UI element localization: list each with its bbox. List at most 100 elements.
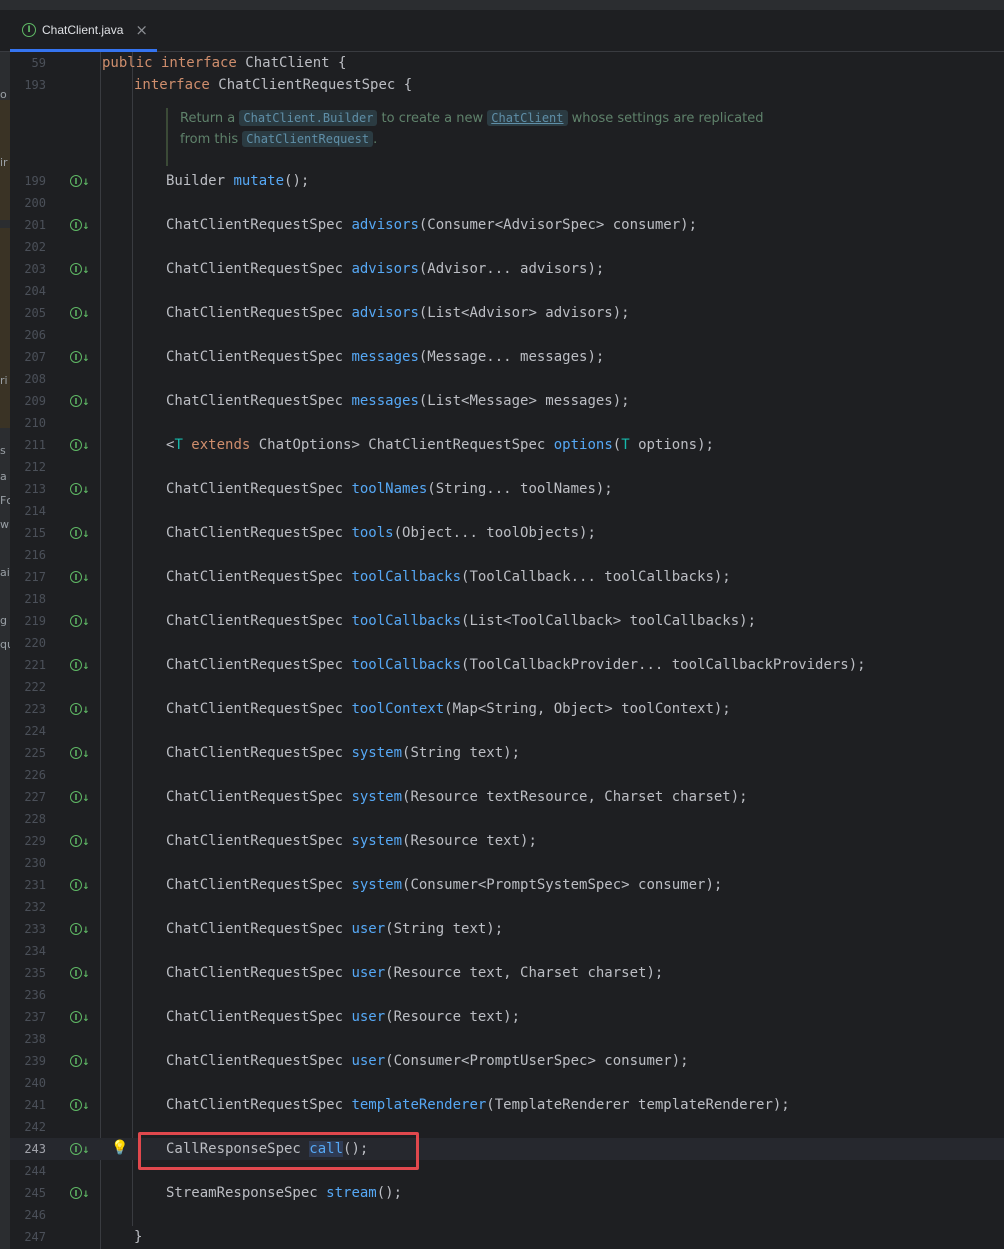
- arrow-down-icon: ↓: [82, 222, 90, 232]
- code-token: (List<Message> messages);: [418, 393, 630, 409]
- code-line[interactable]: 59 public interface ChatClient {: [10, 52, 1004, 74]
- implemented-gutter-icon[interactable]: I ↓: [70, 967, 90, 980]
- code-line[interactable]: 218: [10, 588, 1004, 610]
- code-line[interactable]: 240: [10, 1072, 1004, 1094]
- code-line[interactable]: 228: [10, 808, 1004, 830]
- doc-ref-request[interactable]: ChatClientRequest: [242, 131, 374, 147]
- code-line[interactable]: 238: [10, 1028, 1004, 1050]
- code-line[interactable]: 204: [10, 280, 1004, 302]
- implemented-gutter-icon[interactable]: I ↓: [70, 747, 90, 760]
- implemented-gutter-icon[interactable]: I ↓: [70, 703, 90, 716]
- code-line[interactable]: 245 I ↓ StreamResponseSpec stream();: [10, 1182, 1004, 1204]
- code-line[interactable]: 202: [10, 236, 1004, 258]
- implemented-gutter-icon[interactable]: I ↓: [70, 175, 90, 188]
- implemented-gutter-icon[interactable]: I ↓: [70, 923, 90, 936]
- code-line[interactable]: 223 I ↓ ChatClientRequestSpec toolContext(M…: [10, 698, 1004, 720]
- code-line[interactable]: 234: [10, 940, 1004, 962]
- code-line[interactable]: 214: [10, 500, 1004, 522]
- code-line[interactable]: 242: [10, 1116, 1004, 1138]
- code-line[interactable]: 241 I ↓ ChatClientRequestSpec templateRende…: [10, 1094, 1004, 1116]
- code-line[interactable]: 230: [10, 852, 1004, 874]
- code-line[interactable]: 207 I ↓ ChatClientRequestSpec messages(Mess…: [10, 346, 1004, 368]
- implemented-gutter-icon[interactable]: I ↓: [70, 219, 90, 232]
- arrow-down-icon: ↓: [82, 1146, 90, 1156]
- code-line[interactable]: 237 I ↓ ChatClientRequestSpec user(Resource…: [10, 1006, 1004, 1028]
- implemented-gutter-icon[interactable]: I ↓: [70, 659, 90, 672]
- code-line[interactable]: 216: [10, 544, 1004, 566]
- method-name: system: [351, 877, 403, 893]
- lightbulb-icon[interactable]: 💡: [111, 1140, 128, 1156]
- code-line[interactable]: 247}: [10, 1226, 1004, 1248]
- code-line[interactable]: 225 I ↓ ChatClientRequestSpec system(String…: [10, 742, 1004, 764]
- code-line[interactable]: 239 I ↓ ChatClientRequestSpec user(Consumer…: [10, 1050, 1004, 1072]
- line-number: 223: [24, 702, 46, 716]
- doc-ref-builder[interactable]: ChatClient.Builder: [239, 110, 378, 126]
- method-name: mutate: [233, 173, 285, 189]
- code-line[interactable]: 212: [10, 456, 1004, 478]
- implemented-icon: I ↓: [70, 1099, 90, 1112]
- code-line[interactable]: 227 I ↓ ChatClientRequestSpec system(Resour…: [10, 786, 1004, 808]
- code-line[interactable]: 233 I ↓ ChatClientRequestSpec user(String t…: [10, 918, 1004, 940]
- code-line[interactable]: 201 I ↓ ChatClientRequestSpec advisors(Cons…: [10, 214, 1004, 236]
- code-line[interactable]: 235 I ↓ ChatClientRequestSpec user(Resource…: [10, 962, 1004, 984]
- implemented-gutter-icon[interactable]: I ↓: [70, 307, 90, 320]
- code-line[interactable]: 232: [10, 896, 1004, 918]
- code-line[interactable]: 206: [10, 324, 1004, 346]
- code-token: ChatClientRequestSpec: [166, 481, 352, 497]
- code-token: (: [612, 437, 622, 453]
- code-line[interactable]: 193 interface ChatClientRequestSpec {: [10, 74, 1004, 96]
- code-line[interactable]: 211 I ↓ <T extends ChatOptions> ChatClientR…: [10, 434, 1004, 456]
- implemented-gutter-icon[interactable]: I ↓: [70, 571, 90, 584]
- line-number: 231: [24, 878, 46, 892]
- implemented-gutter-icon[interactable]: I ↓: [70, 439, 90, 452]
- code-line[interactable]: 222: [10, 676, 1004, 698]
- arrow-down-icon: ↓: [82, 486, 90, 496]
- doc-ref-chatclient[interactable]: ChatClient: [487, 110, 568, 126]
- implemented-gutter-icon[interactable]: I ↓: [70, 263, 90, 276]
- tab-chatclient-java[interactable]: I ChatClient.java ×: [10, 10, 157, 52]
- code-line[interactable]: 221 I ↓ ChatClientRequestSpec toolCallbacks…: [10, 654, 1004, 676]
- implemented-gutter-icon[interactable]: I ↓: [70, 1055, 90, 1068]
- code-line[interactable]: 229 I ↓ ChatClientRequestSpec system(Resour…: [10, 830, 1004, 852]
- method-name: user: [351, 965, 386, 981]
- code-editor[interactable]: 59 public interface ChatClient {193 interf…: [10, 52, 1004, 1249]
- code-line[interactable]: 215 I ↓ ChatClientRequestSpec tools(Object.…: [10, 522, 1004, 544]
- code-line[interactable]: 246: [10, 1204, 1004, 1226]
- implemented-icon: I ↓: [70, 571, 90, 584]
- implemented-gutter-icon[interactable]: I ↓: [70, 1187, 90, 1200]
- code-line[interactable]: 209 I ↓ ChatClientRequestSpec messages(List…: [10, 390, 1004, 412]
- implemented-gutter-icon[interactable]: I ↓: [70, 1099, 90, 1112]
- implemented-icon: I ↓: [70, 395, 90, 408]
- code-line[interactable]: 200: [10, 192, 1004, 214]
- implemented-gutter-icon[interactable]: I ↓: [70, 791, 90, 804]
- implemented-gutter-icon[interactable]: I ↓: [70, 351, 90, 364]
- code-line[interactable]: 244: [10, 1160, 1004, 1182]
- code-line-current[interactable]: 243 I ↓ 💡 CallResponseSpec call();: [10, 1138, 1004, 1160]
- implemented-gutter-icon[interactable]: I ↓: [70, 483, 90, 496]
- implemented-gutter-icon[interactable]: I ↓: [70, 1011, 90, 1024]
- implemented-gutter-icon[interactable]: I ↓: [70, 1143, 90, 1156]
- code-line[interactable]: 231 I ↓ ChatClientRequestSpec system(Consum…: [10, 874, 1004, 896]
- implemented-gutter-icon[interactable]: I ↓: [70, 835, 90, 848]
- code-line[interactable]: 226: [10, 764, 1004, 786]
- implemented-gutter-icon[interactable]: I ↓: [70, 615, 90, 628]
- code-line[interactable]: 219 I ↓ ChatClientRequestSpec toolCallbacks…: [10, 610, 1004, 632]
- close-icon[interactable]: ×: [135, 21, 148, 39]
- arrow-down-icon: ↓: [82, 1014, 90, 1024]
- implemented-icon: I ↓: [70, 791, 90, 804]
- code-line[interactable]: 199 I ↓ Builder mutate();: [10, 170, 1004, 192]
- code-line[interactable]: 203 I ↓ ChatClientRequestSpec advisors(Advi…: [10, 258, 1004, 280]
- code-line[interactable]: 236: [10, 984, 1004, 1006]
- code-line[interactable]: 213 I ↓ ChatClientRequestSpec toolNames(Str…: [10, 478, 1004, 500]
- code-line[interactable]: 205 I ↓ ChatClientRequestSpec advisors(List…: [10, 302, 1004, 324]
- implemented-gutter-icon[interactable]: I ↓: [70, 527, 90, 540]
- code-line[interactable]: 217 I ↓ ChatClientRequestSpec toolCallbacks…: [10, 566, 1004, 588]
- code-line[interactable]: 210: [10, 412, 1004, 434]
- code-line[interactable]: 224: [10, 720, 1004, 742]
- code-line[interactable]: 220: [10, 632, 1004, 654]
- implemented-gutter-icon[interactable]: I ↓: [70, 879, 90, 892]
- implemented-gutter-icon[interactable]: I ↓: [70, 395, 90, 408]
- code-token: ChatClientRequestSpec: [166, 393, 352, 409]
- code-text: public interface ChatClient {: [102, 52, 346, 74]
- code-line[interactable]: 208: [10, 368, 1004, 390]
